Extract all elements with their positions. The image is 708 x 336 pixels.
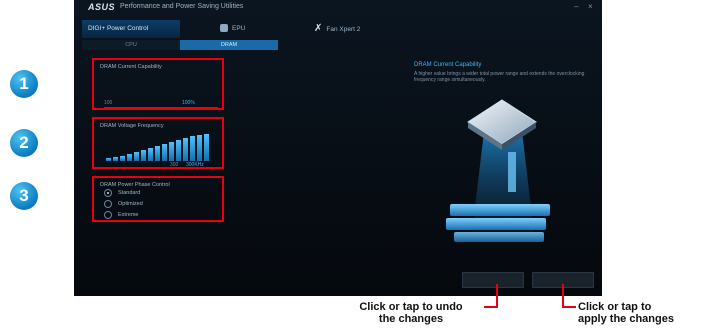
frequency-bar	[148, 148, 153, 161]
min-label: 300	[170, 162, 179, 168]
digi-label: DIGI+ Power Control	[88, 25, 149, 32]
tab-epu[interactable]: EPU	[220, 20, 245, 38]
dram-module-icon	[450, 204, 550, 216]
apply-leader-line	[562, 284, 564, 308]
current-slider[interactable]	[104, 107, 218, 108]
chip-pillar	[508, 152, 516, 192]
frequency-bar	[134, 152, 139, 161]
tab-fan-xpert[interactable]: ✗ Fan Xpert 2	[314, 20, 360, 38]
frequency-bar	[183, 138, 188, 161]
frequency-value: 300KHz	[186, 162, 204, 168]
tab-digi-power-control[interactable]: DIGI+ Power Control	[82, 20, 180, 38]
extreme-radio[interactable]	[104, 211, 112, 219]
frequency-bar	[190, 136, 195, 161]
dram-voltage-frequency-panel: DRAM Voltage Frequency 300 300KHz	[92, 117, 224, 169]
optimized-radio[interactable]	[104, 200, 112, 208]
close-button[interactable]: ×	[588, 2, 593, 11]
epu-label: EPU	[232, 25, 246, 32]
app-window: ASUS Performance and Power Saving Utilit…	[74, 0, 602, 296]
optimized-label: Optimized	[118, 201, 143, 207]
callout-2: 2	[10, 129, 38, 157]
callout-1: 1	[10, 70, 38, 98]
apply-caption-line2: apply the changes	[578, 313, 674, 325]
undo-leader-line	[484, 306, 498, 308]
dram-current-capability-panel: DRAM Current Capability 100 100%	[92, 58, 224, 110]
info-description: A higher value brings a wider total powe…	[414, 71, 585, 83]
subtab-dram[interactable]: DRAM	[180, 40, 278, 50]
frequency-bar	[120, 156, 125, 161]
panel-title: DRAM Power Phase Control	[100, 182, 170, 188]
frequency-bar	[113, 157, 118, 161]
dram-module-icon	[446, 218, 546, 230]
fan-xpert-label: Fan Xpert 2	[326, 26, 361, 33]
frequency-bar	[127, 154, 132, 161]
frequency-bar	[141, 150, 146, 161]
frequency-bar	[169, 142, 174, 161]
sub-tabs: CPU DRAM	[82, 40, 602, 50]
title-bar: ASUS Performance and Power Saving Utilit…	[74, 0, 602, 14]
subtab-cpu[interactable]: CPU	[82, 40, 180, 50]
undo-caption-line1: Click or tap to undo	[359, 301, 463, 313]
info-title: DRAM Current Capability	[414, 62, 482, 68]
undo-button[interactable]	[462, 272, 524, 288]
undo-caption: Click or tap to undo the changes	[340, 301, 482, 325]
fan-icon: ✗	[314, 23, 323, 34]
panel-title: DRAM Current Capability	[100, 64, 162, 70]
asus-logo: ASUS	[88, 2, 116, 12]
frequency-bar	[176, 140, 181, 161]
minimize-button[interactable]: –	[574, 2, 578, 11]
apply-caption-line1: Click or tap to	[578, 301, 652, 313]
extreme-label: Extreme	[118, 212, 139, 218]
frequency-bar	[204, 134, 209, 161]
frequency-bar	[155, 146, 160, 161]
chip-icon	[467, 99, 537, 145]
standard-label: Standard	[118, 190, 141, 196]
undo-caption-line2: the changes	[378, 313, 444, 325]
apply-leader-line	[562, 306, 576, 308]
frequency-bar	[197, 135, 202, 161]
apply-caption: Click or tap to apply the changes	[578, 301, 706, 325]
dram-module-icon	[454, 232, 544, 242]
frequency-bars[interactable]	[94, 119, 226, 171]
dram-power-phase-control-panel: DRAM Power Phase Control Standard Optimi…	[92, 176, 224, 222]
main-tabs: DIGI+ Power Control EPU ✗ Fan Xpert 2	[74, 20, 602, 38]
callout-3: 3	[10, 182, 38, 210]
frequency-bar	[106, 158, 111, 161]
standard-radio[interactable]	[104, 189, 112, 197]
dram-illustration	[446, 99, 550, 242]
window-title: Performance and Power Saving Utilities	[120, 3, 244, 10]
frequency-bar	[162, 144, 167, 161]
current-value: 100%	[182, 100, 195, 106]
epu-icon	[220, 24, 228, 33]
min-label: 100	[104, 100, 113, 106]
undo-leader-line	[496, 284, 498, 308]
